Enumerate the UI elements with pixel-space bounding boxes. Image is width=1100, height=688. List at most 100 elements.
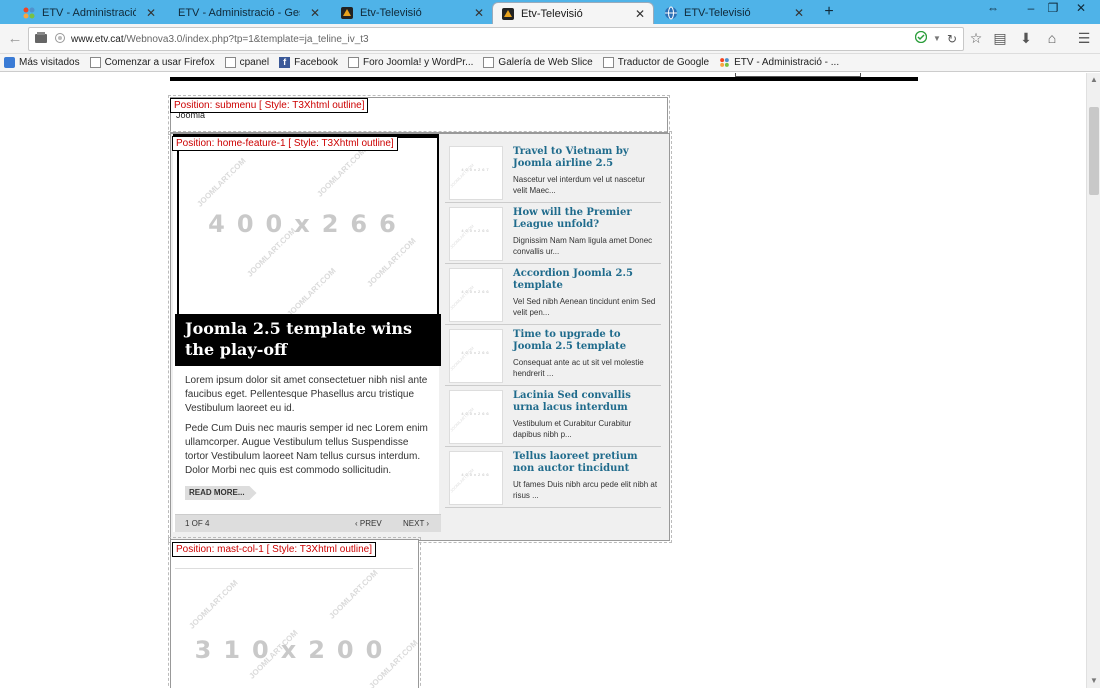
bookmark-traductor[interactable]: Traductor de Google xyxy=(602,57,710,68)
prev-button[interactable]: ‹ PREV xyxy=(355,515,382,533)
tab-etv-televisio-active[interactable]: Etv-Televisió ✕ xyxy=(492,2,654,24)
vertical-scrollbar[interactable]: ▲ ▼ xyxy=(1086,73,1100,688)
item-desc: Dignissim Nam Nam ligula amet Donec conv… xyxy=(513,236,653,256)
download-icon[interactable]: ⬇ xyxy=(1016,28,1036,48)
pager-count: 1 OF 4 xyxy=(185,519,210,528)
image-dimensions: 400x266 xyxy=(208,210,408,238)
item-desc: Ut fames Duis nibh arcu pede elit nibh a… xyxy=(513,480,658,500)
bookmark-galeria[interactable]: Galería de Web Slice xyxy=(483,57,593,68)
maximize-icon[interactable]: ❐ xyxy=(1042,0,1064,18)
bookmark-foro-joomla[interactable]: Foro Joomla! y WordPr... xyxy=(348,57,473,68)
bookmark-label: cpanel xyxy=(239,57,270,68)
bookmark-comenzar-firefox[interactable]: Comenzar a usar Firefox xyxy=(89,57,215,68)
list-item[interactable]: JOOMLART.COM 400x266 Tellus laoreet preti… xyxy=(445,447,661,508)
scroll-down-icon[interactable]: ▼ xyxy=(1087,674,1100,688)
reading-list-icon[interactable]: ▤ xyxy=(990,28,1010,48)
thumbnail[interactable]: JOOMLART.COM 400x266 xyxy=(449,390,503,444)
scroll-up-icon[interactable]: ▲ xyxy=(1087,73,1100,87)
dropdown-icon[interactable]: ▼ xyxy=(933,34,941,43)
watermark: JOOMLART.COM xyxy=(195,156,248,209)
home-feature-position: JOOMLART.COM JOOMLART.COM JOOMLART.COM J… xyxy=(168,131,672,543)
item-title[interactable]: Tellus laoreet pretium non auctor tincid… xyxy=(513,451,659,475)
watermark: JOOMLART.COM xyxy=(315,146,368,199)
page-viewport: Position: submenu [ Style: T3Xhtml outli… xyxy=(0,73,1086,688)
tab-title: ETV - Administració - Gest... xyxy=(42,7,136,19)
image-dimensions: 400x266 xyxy=(461,472,491,477)
close-icon[interactable]: ✕ xyxy=(635,7,645,21)
tab-title: Etv-Televisió xyxy=(360,7,422,19)
bookmark-star-icon[interactable]: ☆ xyxy=(966,28,986,48)
home-icon[interactable]: ⌂ xyxy=(1042,28,1062,48)
intro-paragraph: Pede Cum Duis nec mauris semper id nec L… xyxy=(185,423,428,476)
tab-list-icon[interactable]: ⇔ xyxy=(982,0,1004,18)
list-item[interactable]: JOOMLART.COM 400x267 Travel to Vietnam by… xyxy=(445,142,661,203)
list-item[interactable]: JOOMLART.COM 400x266 How will the Premier… xyxy=(445,203,661,264)
scroll-thumb[interactable] xyxy=(1089,107,1099,195)
tab-title: ETV - Administració - Gestor d... xyxy=(178,7,300,19)
page-info-icon[interactable] xyxy=(55,32,65,46)
bookmark-label: Traductor de Google xyxy=(617,57,710,68)
bookmark-etv-admin[interactable]: ETV - Administració - ... xyxy=(719,57,839,68)
read-more-button[interactable]: READ MORE... xyxy=(185,486,257,500)
url-host: www.etv.cat xyxy=(71,33,124,45)
minimize-icon[interactable]: – xyxy=(1020,0,1042,18)
new-tab-button[interactable]: + xyxy=(820,3,838,21)
joomla-icon xyxy=(22,6,36,20)
globe-icon xyxy=(664,6,678,20)
close-icon[interactable]: ✕ xyxy=(474,6,484,20)
list-item[interactable]: JOOMLART.COM 400x266 Accordion Joomla 2.5… xyxy=(445,264,661,325)
header-tab xyxy=(735,73,861,77)
thumbnail[interactable]: JOOMLART.COM 400x266 xyxy=(449,268,503,322)
thumbnail[interactable]: JOOMLART.COM 400x267 xyxy=(449,146,503,200)
check-icon[interactable] xyxy=(914,30,928,46)
thumbnail[interactable]: JOOMLART.COM 400x266 xyxy=(449,451,503,505)
featured-title[interactable]: Joomla 2.5 template wins the play-off xyxy=(175,314,441,366)
bookmark-label: Galería de Web Slice xyxy=(498,57,593,68)
bookmark-icon xyxy=(4,57,15,68)
home-feature-position-label: Position: home-feature-1 [ Style: T3Xhtm… xyxy=(172,136,398,151)
watermark: JOOMLART.COM xyxy=(327,568,380,621)
item-title[interactable]: Lacinia Sed convallis urna lacus interdu… xyxy=(513,390,659,414)
tab-etv-televisio-2[interactable]: ETV-Televisió ✕ xyxy=(656,2,812,24)
tab-etv-admin-2[interactable]: ETV - Administració - Gestor d... ✕ xyxy=(170,2,328,24)
tab-etv-admin-1[interactable]: ETV - Administració - Gest... ✕ xyxy=(14,2,164,24)
reload-icon[interactable]: ↻ xyxy=(947,32,957,46)
identity-icon[interactable] xyxy=(35,31,49,47)
next-button[interactable]: NEXT › xyxy=(403,515,429,533)
page-icon xyxy=(224,57,236,68)
bookmark-label: ETV - Administració - ... xyxy=(734,57,840,68)
close-icon[interactable]: ✕ xyxy=(794,6,804,20)
list-item[interactable]: JOOMLART.COM 400x266 Lacinia Sed convalli… xyxy=(445,386,661,447)
page-icon xyxy=(89,57,101,68)
close-icon[interactable]: ✕ xyxy=(310,6,320,20)
item-title[interactable]: How will the Premier League unfold? xyxy=(513,207,659,231)
featured-image-placeholder[interactable]: JOOMLART.COM JOOMLART.COM JOOMLART.COM J… xyxy=(177,138,439,314)
menu-icon[interactable]: ☰ xyxy=(1074,28,1094,48)
watermark: JOOMLART.COM xyxy=(285,266,338,314)
tab-etv-televisio-1[interactable]: Etv-Televisió ✕ xyxy=(332,2,492,24)
image-dimensions: 400x266 xyxy=(461,350,491,355)
image-dimensions: 400x266 xyxy=(461,289,491,294)
navigation-bar: ← www.etv.cat/Webnova3.0/index.php?tp=1&… xyxy=(0,24,1100,54)
close-icon[interactable]: ✕ xyxy=(146,6,156,20)
bookmark-facebook[interactable]: f Facebook xyxy=(279,57,338,68)
bookmarks-toolbar: Más visitados Comenzar a usar Firefox cp… xyxy=(0,54,1100,72)
item-title[interactable]: Time to upgrade to Joomla 2.5 template xyxy=(513,329,659,353)
item-title[interactable]: Travel to Vietnam by Joomla airline 2.5 xyxy=(513,146,659,170)
bookmark-cpanel[interactable]: cpanel xyxy=(224,57,270,68)
feature-list: JOOMLART.COM 400x267 Travel to Vietnam by… xyxy=(445,142,661,508)
list-item[interactable]: JOOMLART.COM 400x266 Time to upgrade to J… xyxy=(445,325,661,386)
back-icon[interactable]: ← xyxy=(6,30,24,48)
close-window-icon[interactable]: ✕ xyxy=(1070,0,1092,18)
thumbnail[interactable]: JOOMLART.COM 400x266 xyxy=(449,329,503,383)
bookmark-mas-visitados[interactable]: Más visitados xyxy=(4,57,80,68)
bookmark-label: Comenzar a usar Firefox xyxy=(104,57,215,68)
item-title[interactable]: Accordion Joomla 2.5 template xyxy=(513,268,659,292)
address-bar[interactable]: www.etv.cat/Webnova3.0/index.php?tp=1&te… xyxy=(28,27,964,51)
etv-icon xyxy=(501,7,515,21)
joomla-icon xyxy=(719,57,730,68)
etv-icon xyxy=(340,6,354,20)
image-dimensions: 400x267 xyxy=(461,167,491,172)
thumbnail[interactable]: JOOMLART.COM 400x266 xyxy=(449,207,503,261)
item-desc: Consequat ante ac ut sit vel molestie he… xyxy=(513,358,644,378)
